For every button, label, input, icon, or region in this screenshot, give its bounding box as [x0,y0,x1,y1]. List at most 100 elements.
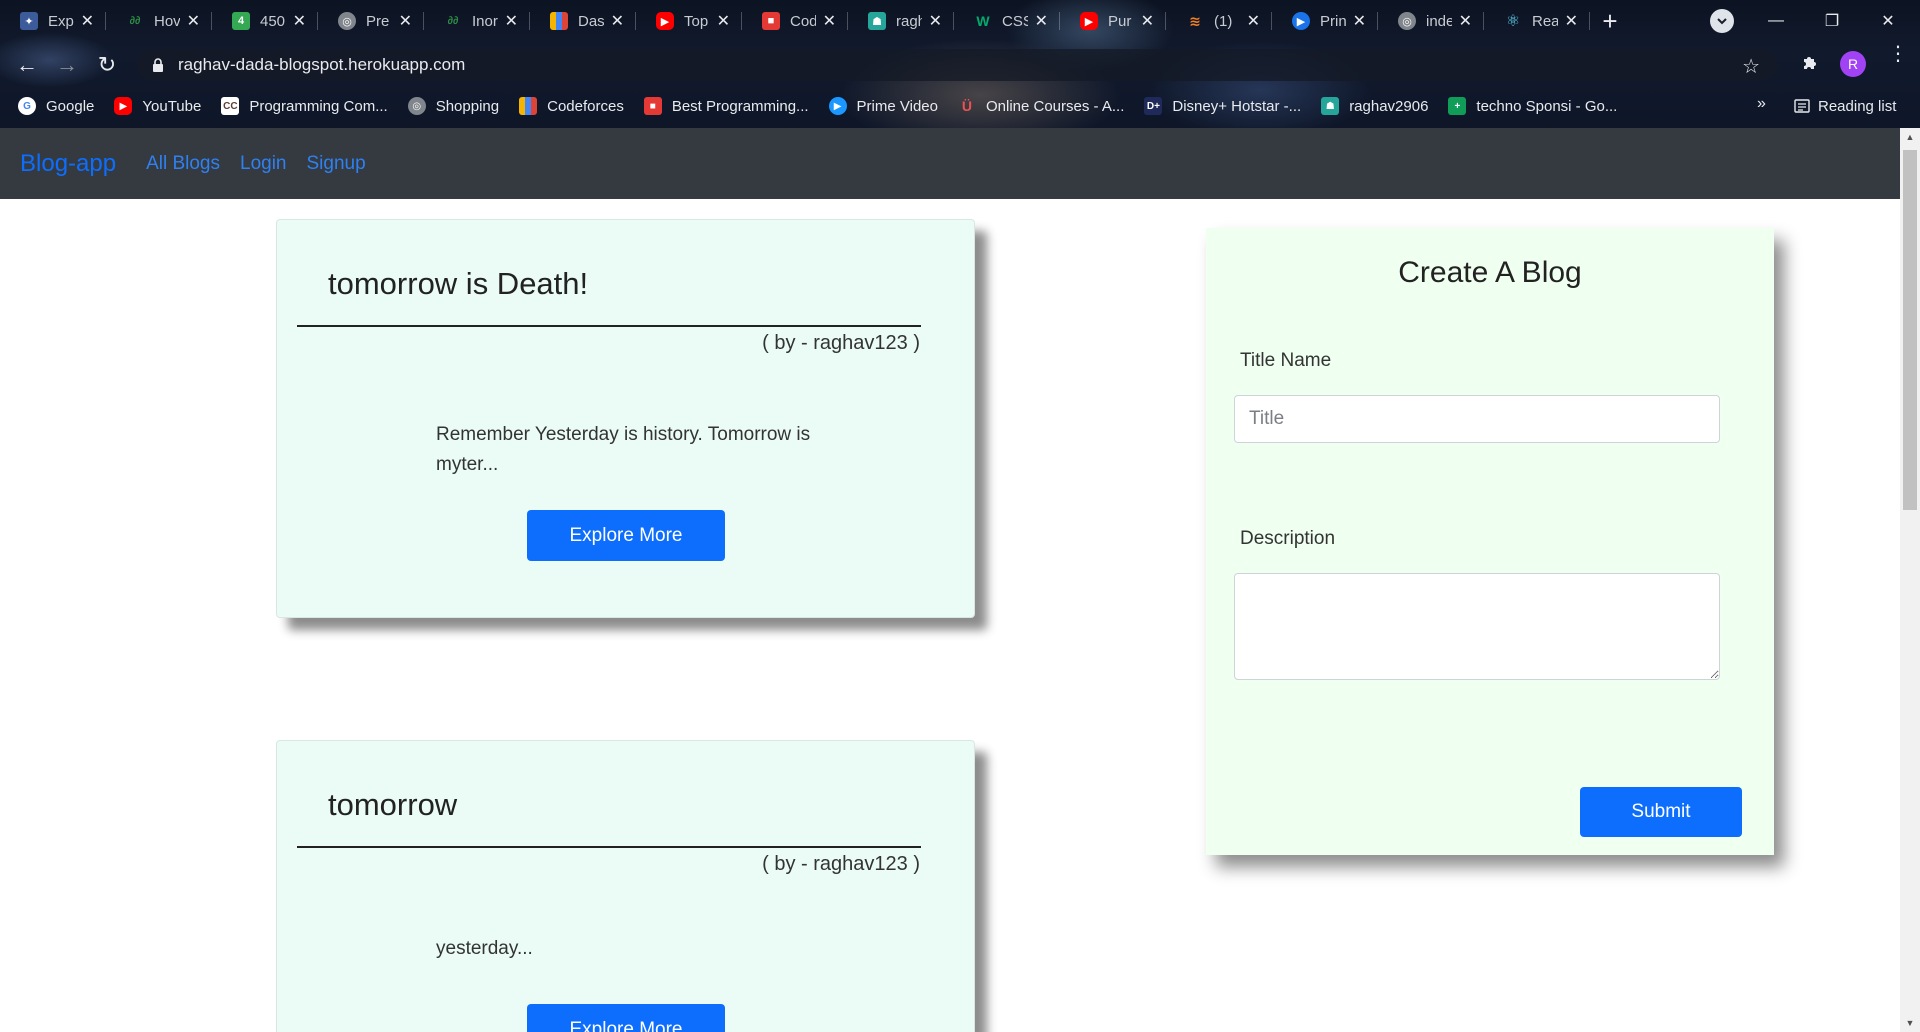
browser-tab[interactable]: ∂∂ Hov ✕ [106,0,212,42]
browser-tab[interactable]: ≋ (1) ✕ [1166,0,1272,42]
browser-tab[interactable]: ∂∂ Inor ✕ [424,0,530,42]
close-tab-icon[interactable]: ✕ [823,11,836,31]
close-tab-icon[interactable]: ✕ [1353,11,1366,31]
close-window-icon[interactable]: ✕ [1860,0,1916,42]
close-tab-icon[interactable]: ✕ [293,11,306,31]
tab-title: Inor [472,12,498,30]
close-tab-icon[interactable]: ✕ [1565,11,1578,31]
title-divider [297,846,921,848]
blog-author: ( by - raghav123 ) [762,332,920,354]
bookmark-item[interactable]: ☗ raghav2906 [1321,97,1428,115]
close-tab-icon[interactable]: ✕ [399,11,412,31]
close-tab-icon[interactable]: ✕ [1459,11,1472,31]
browser-tab[interactable]: ■ Cod ✕ [742,0,848,42]
profile-avatar[interactable]: R [1840,51,1866,77]
restore-icon[interactable]: ❐ [1804,0,1860,42]
bookmark-item[interactable]: Codeforces [519,97,624,115]
browser-tab[interactable]: 4 450 ✕ [212,0,318,42]
bookmark-label: Programming Com... [249,97,388,115]
tab-favicon-icon: ∂∂ [447,15,459,27]
explore-more-button[interactable]: Explore More [527,510,725,561]
close-tab-icon[interactable]: ✕ [505,11,518,31]
browser-tab[interactable]: ✦ Exp ✕ [0,0,106,42]
url-text[interactable]: raghav-dada-blogspot.herokuapp.com [178,55,465,75]
extensions-puzzle-icon[interactable] [1800,53,1820,78]
tab-title: Top [684,12,709,30]
close-tab-icon[interactable]: ✕ [1247,11,1260,31]
close-tab-icon[interactable]: ✕ [81,11,94,31]
lock-icon[interactable] [152,58,164,72]
bookmark-item[interactable]: ▶ Prime Video [828,97,938,115]
browser-tab[interactable]: ◎ Pre ✕ [318,0,424,42]
close-tab-icon[interactable]: ✕ [187,11,200,31]
browser-tab[interactable]: Das ✕ [530,0,636,42]
bookmark-label: techno Sponsi - Go... [1476,97,1618,115]
back-icon[interactable]: ← [12,50,42,80]
close-tab-icon[interactable]: ✕ [1141,11,1154,31]
reading-list-button[interactable]: Reading list [1794,92,1896,120]
nav-all-blogs[interactable]: All Blogs [146,153,220,175]
reload-icon[interactable]: ↻ [92,50,122,80]
browser-tab[interactable]: ▶ Prin ✕ [1272,0,1378,42]
tab-title: Cod [790,12,816,30]
globe-icon: ◎ [407,97,426,115]
bookmark-item[interactable]: CC Programming Com... [221,97,388,115]
forward-icon[interactable]: → [52,50,82,80]
close-tab-icon[interactable]: ✕ [929,11,942,31]
address-bar[interactable]: raghav-dada-blogspot.herokuapp.com ☆ [136,49,1778,81]
submit-button[interactable]: Submit [1580,787,1742,837]
nav-login[interactable]: Login [240,153,287,175]
browser-tab[interactable]: W CSS ✕ [954,0,1060,42]
scrollbar-thumb[interactable] [1903,150,1917,510]
bookmark-item[interactable]: ▶ YouTube [114,97,201,115]
reading-list-icon [1794,98,1810,114]
bookmark-star-icon[interactable]: ☆ [1742,54,1760,79]
bookmark-label: Prime Video [856,97,938,115]
tab-title: Hov [154,12,180,30]
close-tab-icon[interactable]: ✕ [611,11,624,31]
browser-tab[interactable]: ◎ inde ✕ [1378,0,1484,42]
tab-favicon-icon: ■ [762,12,780,30]
nav-signup[interactable]: Signup [307,153,366,175]
bookmark-item[interactable]: D+ Disney+ Hotstar -... [1144,97,1301,115]
close-tab-icon[interactable]: ✕ [1035,11,1048,31]
tab-favicon-icon: ◎ [338,12,356,30]
bookmark-item[interactable]: G Google [18,97,94,115]
bookmark-item[interactable]: Ü Online Courses - A... [958,97,1124,115]
bookmarks-bar: G Google ▶ YouTube CC Programming Com... ◎ S… [0,92,1920,120]
tab-title: Pre [366,12,390,30]
tab-title: Das [578,12,604,30]
browser-tab-active[interactable]: ⚛ Rea ✕ [1484,0,1590,42]
bookmark-item[interactable]: + techno Sponsi - Go... [1448,97,1617,115]
browser-toolbar: ← → ↻ raghav-dada-blogspot.herokuapp.com… [0,44,1920,86]
tab-favicon-icon: ∂∂ [129,15,141,27]
browser-tab[interactable]: ▶ Pur ✕ [1060,0,1166,42]
tab-favicon-icon: ▶ [656,12,674,30]
bookmark-item[interactable]: ■ Best Programming... [643,97,809,115]
tab-search-icon[interactable] [1710,9,1734,33]
explore-more-button[interactable]: Explore More [527,1004,725,1032]
bookmark-label: Online Courses - A... [985,97,1125,115]
browser-tab[interactable]: ▶ Top ✕ [636,0,742,42]
bookmarks-overflow-button[interactable]: » [1757,95,1766,113]
new-tab-button[interactable]: + [1590,0,1630,42]
minimize-icon[interactable]: — [1748,0,1804,42]
title-input[interactable] [1234,395,1720,443]
bookmark-label: Google [46,97,95,115]
menu-kebab-icon[interactable]: ⋮ [1888,44,1908,64]
tab-favicon-icon: ◎ [1398,12,1416,30]
page-scrollbar[interactable]: ▲ ▼ [1900,128,1920,1032]
tab-favicon-icon: W [976,13,990,29]
brand-link[interactable]: Blog-app [20,150,116,178]
bookmark-label: Shopping [435,97,500,115]
scroll-up-icon[interactable]: ▲ [1900,128,1920,146]
close-tab-icon[interactable]: ✕ [717,11,730,31]
scroll-down-icon[interactable]: ▼ [1900,1014,1920,1032]
bookmark-item[interactable]: ◎ Shopping [407,97,500,115]
description-textarea[interactable] [1234,573,1720,680]
tab-favicon-icon: ▶ [1292,12,1310,30]
blog-author: ( by - raghav123 ) [762,853,920,875]
browser-tab[interactable]: ☗ ragh ✕ [848,0,954,42]
blog-card: tomorrow ( by - raghav123 ) yesterday...… [276,740,975,1032]
tab-strip: ✦ Exp ✕ ∂∂ Hov ✕ 4 450 ✕ ◎ Pre ✕ ∂∂ Inor ✕ Das ✕ ▶ T… [0,0,1920,42]
